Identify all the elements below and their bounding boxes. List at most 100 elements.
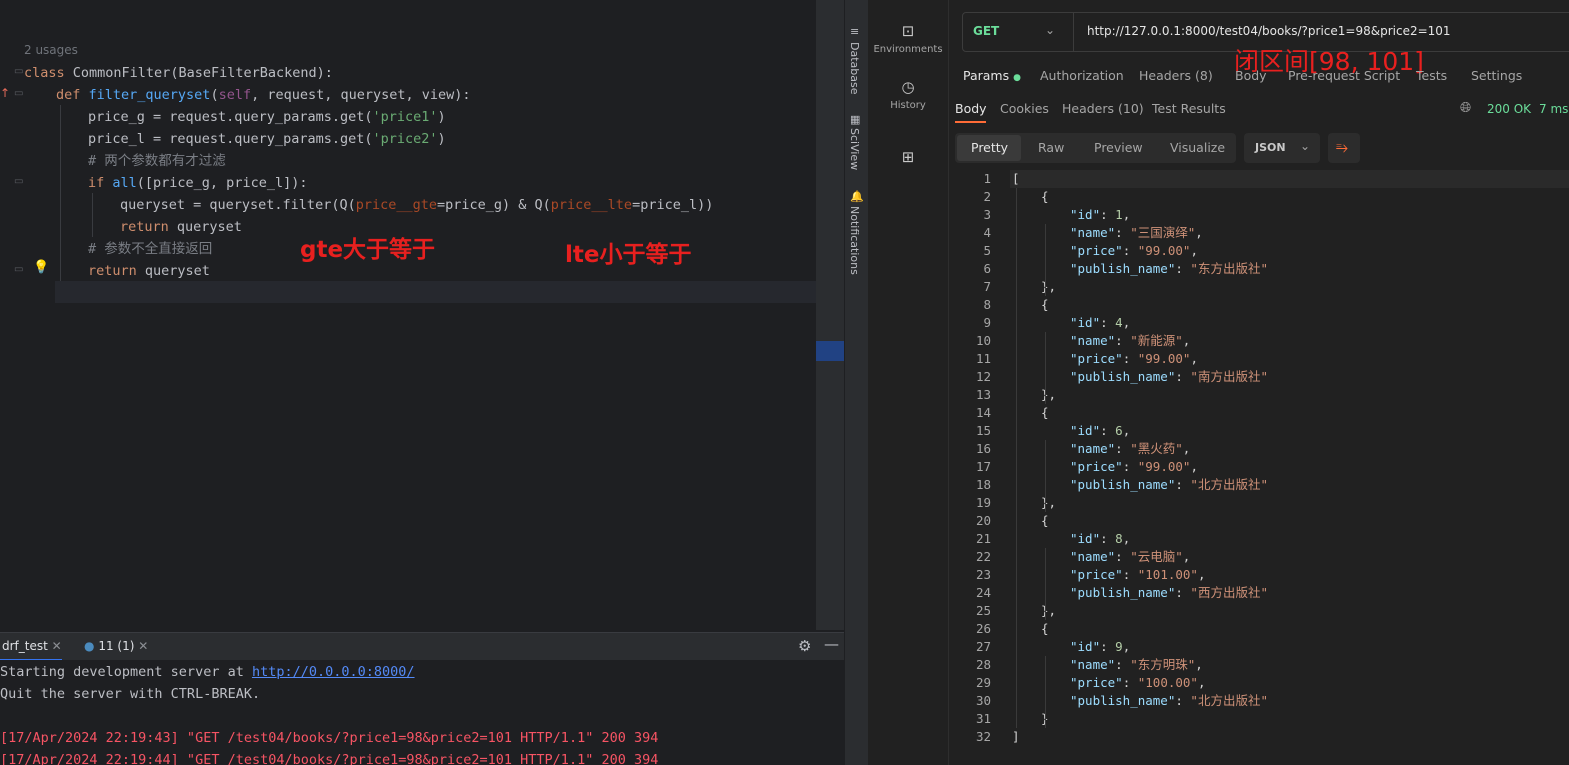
line-number: 26: [975, 621, 991, 636]
response-time[interactable]: 7 ms: [1539, 102, 1568, 116]
line-number: 27: [975, 639, 991, 654]
json-line: "publish_name": "东方出版社": [1070, 261, 1268, 276]
scroll-thumb[interactable]: [816, 341, 844, 361]
line-number: 20: [975, 513, 991, 528]
code-line: class CommonFilter(BaseFilterBackend):: [24, 65, 333, 81]
indent-guide: [92, 193, 93, 237]
line-number: 13: [975, 387, 991, 402]
console-line: Starting development server at http://0.…: [0, 664, 415, 680]
json-line: "name": "黑火药",: [1070, 441, 1191, 456]
sidebar-item-apps[interactable]: ⊞: [868, 148, 948, 170]
method-select[interactable]: GET ⌄: [963, 13, 1074, 51]
database-icon[interactable]: ≡: [850, 25, 859, 38]
line-number: 2: [983, 189, 991, 204]
sidebar-item-environments[interactable]: ⊡ Environments: [868, 22, 948, 55]
fold-icon[interactable]: ▭: [14, 67, 24, 77]
json-line: {: [1041, 621, 1049, 636]
wrap-lines-button[interactable]: ⥱: [1328, 133, 1360, 163]
json-line: {: [1041, 297, 1049, 312]
json-line: "id": 8,: [1070, 531, 1131, 546]
tab-response-body[interactable]: Body: [955, 101, 987, 116]
tool-tab-database[interactable]: Database: [848, 42, 861, 95]
line-number: 32: [975, 729, 991, 744]
tab-headers[interactable]: Headers (8): [1139, 68, 1213, 83]
json-line: },: [1041, 279, 1057, 294]
view-visualize[interactable]: Visualize: [1170, 140, 1225, 155]
tab-drf-test[interactable]: drf_test ✕: [2, 639, 62, 653]
json-line: "price": "99.00",: [1070, 243, 1198, 258]
line-number: 15: [975, 423, 991, 438]
tab-settings[interactable]: Settings: [1471, 68, 1522, 83]
line-number: 30: [975, 693, 991, 708]
json-line: "price": "101.00",: [1070, 567, 1206, 582]
json-line: "publish_name": "北方出版社": [1070, 693, 1268, 708]
line-number: 3: [983, 207, 991, 222]
indent-guide: [60, 105, 61, 281]
gear-icon[interactable]: ⚙: [798, 637, 811, 655]
chevron-down-icon: ⌄: [1045, 23, 1056, 37]
run-tool-window-tabs: drf_test ✕ ● 11 (1) ✕ ⚙ —: [0, 632, 844, 661]
line-number: 29: [975, 675, 991, 690]
line-number: 22: [975, 549, 991, 564]
fold-icon[interactable]: ▭: [14, 265, 24, 275]
json-line: ]: [1012, 729, 1020, 744]
json-line: "publish_name": "西方出版社": [1070, 585, 1268, 600]
right-tool-strip: ≡ Database ▦ SciView 🔔 Notifications: [844, 0, 867, 765]
code-line: return queryset: [88, 263, 210, 279]
fold-icon[interactable]: ▭: [14, 89, 24, 99]
json-line: {: [1041, 513, 1049, 528]
json-line: "price": "100.00",: [1070, 675, 1206, 690]
console-output[interactable]: Starting development server at http://0.…: [0, 660, 844, 765]
tab-cookies[interactable]: Cookies: [1000, 101, 1049, 116]
tab-authorization[interactable]: Authorization: [1040, 68, 1124, 83]
tab-python-console[interactable]: ● 11 (1) ✕: [84, 639, 148, 653]
format-label: JSON: [1255, 141, 1286, 154]
json-line: "id": 1,: [1070, 207, 1131, 222]
grid-plus-icon: ⊞: [901, 148, 915, 166]
url-input[interactable]: http://127.0.0.1:8000/test04/books/?pric…: [1087, 24, 1451, 38]
status-code[interactable]: 200 OK: [1487, 102, 1531, 116]
log-line: [17/Apr/2024 22:19:44] "GET /test04/book…: [0, 752, 659, 765]
line-number: 11: [975, 351, 991, 366]
code-editor[interactable]: 2 usages ▭ ↑ ▭ ▭ ▭ 💡 class CommonFilter(…: [0, 0, 816, 606]
line-number: 24: [975, 585, 991, 600]
code-line: queryset = queryset.filter(Q(price__gte=…: [120, 197, 714, 213]
json-line: "name": "新能源",: [1070, 333, 1191, 348]
server-link[interactable]: http://0.0.0.0:8000/: [252, 664, 415, 680]
line-number: 23: [975, 567, 991, 582]
sidebar-item-history[interactable]: ◷ History: [868, 78, 948, 111]
lightbulb-icon[interactable]: 💡: [33, 260, 49, 275]
chevron-down-icon: ⌄: [1300, 139, 1311, 153]
tab-test-results[interactable]: Test Results: [1152, 101, 1226, 116]
tab-body[interactable]: Body: [1235, 68, 1267, 83]
tab-tests[interactable]: Tests: [1416, 68, 1447, 83]
bell-icon[interactable]: 🔔: [850, 190, 864, 203]
code-line: # 参数不全直接返回: [88, 241, 213, 257]
line-number: 31: [975, 711, 991, 726]
editor-scrollbar[interactable]: [816, 0, 844, 630]
view-pretty[interactable]: Pretty: [971, 140, 1008, 155]
json-line: "publish_name": "南方出版社": [1070, 369, 1268, 384]
usages-hint[interactable]: 2 usages: [24, 43, 78, 57]
tab-prerequest-script[interactable]: Pre-request Script: [1288, 68, 1400, 83]
format-select[interactable]: JSON ⌄: [1244, 133, 1320, 163]
view-preview[interactable]: Preview: [1094, 140, 1143, 155]
override-icon[interactable]: ↑: [0, 86, 10, 100]
json-line: "name": "东方明珠",: [1070, 657, 1203, 672]
annotation-gte: gte大于等于: [300, 237, 436, 263]
console-line: Quit the server with CTRL-BREAK.: [0, 686, 261, 702]
view-raw[interactable]: Raw: [1038, 140, 1064, 155]
code-line: def filter_queryset(self, request, query…: [56, 87, 471, 103]
line-number: 7: [983, 279, 991, 294]
minimize-icon[interactable]: —: [824, 635, 839, 653]
sciview-icon[interactable]: ▦: [850, 113, 860, 126]
globe-icon[interactable]: 🌐︎: [1460, 100, 1471, 116]
tool-tab-notifications[interactable]: Notifications: [848, 206, 861, 275]
fold-icon[interactable]: ▭: [14, 177, 24, 187]
tab-response-headers[interactable]: Headers (10): [1062, 101, 1144, 116]
tab-params[interactable]: Params ●: [963, 68, 1021, 83]
tool-tab-sciview[interactable]: SciView: [848, 128, 861, 170]
response-json-viewer[interactable]: 1 [2 {3 "id": 1, 4 "name": "三国演绎", 5 "price": "…: [955, 168, 1569, 765]
json-line: "price": "99.00",: [1070, 459, 1198, 474]
json-line: "name": "云电脑",: [1070, 549, 1191, 564]
